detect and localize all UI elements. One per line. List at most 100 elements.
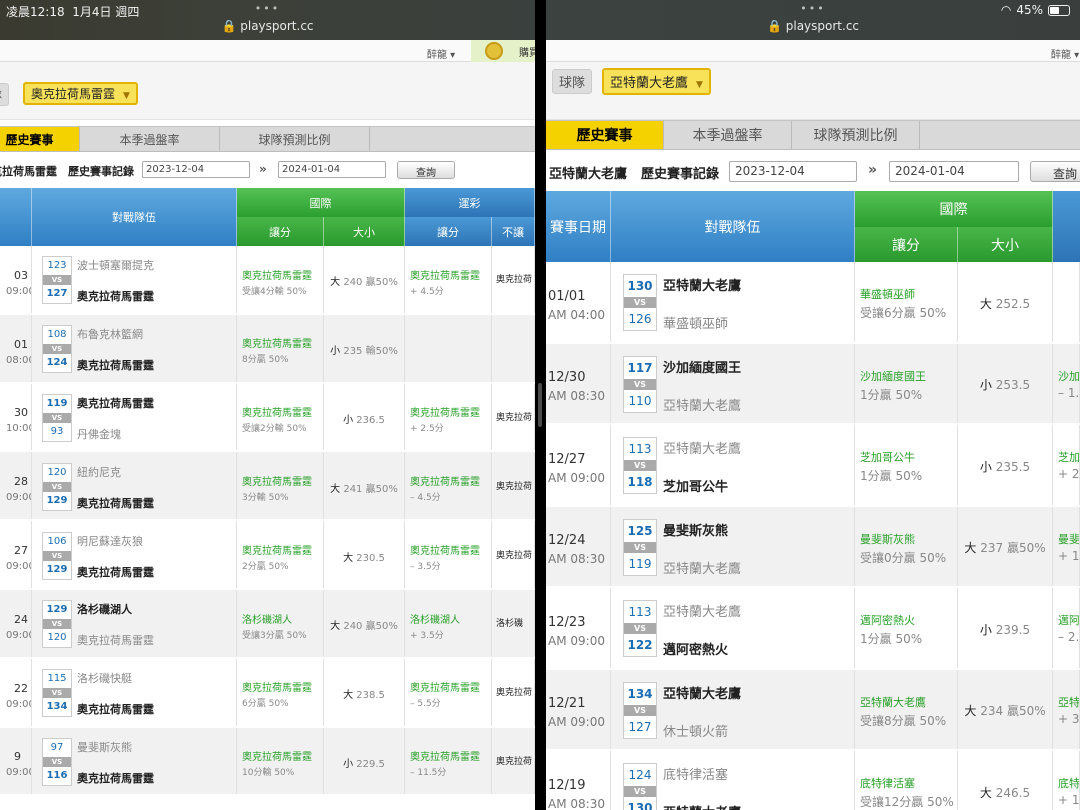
total-number: 236.5 <box>356 414 385 426</box>
tab-team-prediction[interactable]: 球隊預測比例 <box>220 127 370 151</box>
team-name[interactable]: 洛杉磯快艇 <box>77 670 132 686</box>
spread-result: 受讓8分贏 50% <box>860 713 947 728</box>
team-name[interactable]: 布魯克林籃網 <box>77 326 143 342</box>
buy-button[interactable]: 購買 <box>471 40 535 62</box>
split-view-divider[interactable] <box>535 0 546 810</box>
total-side: 大 <box>343 690 354 702</box>
team-name[interactable]: 休士頓火箭 <box>663 721 728 740</box>
mode-dropdown[interactable]: 醉龍 ▾ <box>427 46 455 61</box>
team-name[interactable]: 奧克拉荷馬雷霆 <box>77 495 154 511</box>
vs-badge: VS <box>43 619 71 630</box>
team-name[interactable]: 丹佛金塊 <box>77 426 121 442</box>
lottery-spread-cell: 奧克拉荷馬雷霆 – 11.5分 <box>405 727 492 795</box>
spread-team: 奧克拉荷馬雷霆 <box>242 752 312 764</box>
tab-history[interactable]: 歷史賽事 <box>546 121 664 149</box>
team-name[interactable]: 曼斐斯灰熊 <box>663 520 728 539</box>
total-number: 229.5 <box>356 758 385 770</box>
vs-badge: VS <box>624 704 656 716</box>
team-name[interactable]: 底特律活塞 <box>663 764 728 783</box>
team-name[interactable]: 奧克拉荷馬雷霆 <box>77 288 154 304</box>
total-cell: 小 236.5 <box>324 383 405 451</box>
team-name[interactable]: 邁阿密熱火 <box>663 639 728 658</box>
total-line: 大 240 贏50% <box>324 617 404 632</box>
vs-badge: VS <box>624 786 656 798</box>
game-time: 09:00 <box>6 492 32 504</box>
date-to-input[interactable]: 2024-01-04 <box>278 161 386 178</box>
lottery-line: + 2. <box>1058 467 1080 482</box>
team-name[interactable]: 奧克拉荷馬雷霆 <box>77 564 154 580</box>
lottery-spread-cell <box>1053 262 1080 342</box>
team-name[interactable]: 曼斐斯灰熊 <box>77 739 132 755</box>
mode-dropdown[interactable]: 醉龍 ▾ <box>1051 46 1079 61</box>
vs-badge: VS <box>43 756 71 767</box>
tab-team-prediction[interactable]: 球隊預測比例 <box>792 121 920 149</box>
team-name[interactable]: 奧克拉荷馬雷霆 <box>77 395 154 411</box>
team-name[interactable]: 洛杉磯湖人 <box>77 601 132 617</box>
team-name[interactable]: 奧克拉荷馬雷霆 <box>77 701 154 717</box>
spread-team: 奧克拉荷馬雷霆 <box>242 408 312 420</box>
team-name[interactable]: 奧克拉荷馬雷霆 <box>77 770 154 786</box>
team-name[interactable]: 紐約尼克 <box>77 464 121 480</box>
total-side: 大 <box>979 296 992 311</box>
table-row: 30 10:00 119 VS 93 奧克拉荷馬雷霆 丹佛金塊 奧克拉荷馬雷霆 受讓2分輸 50… <box>0 383 535 453</box>
game-time: 09:00 <box>6 285 32 297</box>
no-spread-team: 奧克拉荷 <box>496 550 533 561</box>
date-cell: 30 10:00 <box>0 383 32 451</box>
total-cell: 小 253.5 <box>958 343 1053 423</box>
table-header: 日期對戰隊伍國際讓分大小運彩讓分不讓 <box>0 188 535 246</box>
team-name[interactable]: 亞特蘭大老鷹 <box>663 802 741 810</box>
team-name[interactable]: 亞特蘭大老鷹 <box>663 683 741 702</box>
no-spread-cell: 奧克拉荷 <box>492 383 535 451</box>
score-bottom: 110 <box>628 393 652 408</box>
game-date: 12/24 <box>548 533 586 549</box>
score-box: 129 VS 120 <box>42 600 72 649</box>
game-time: AM 08:30 <box>548 389 605 404</box>
right-split-pane: ••• 🔒 playsport.cc ◠ 45% 醉龍 ▾ 球隊 亞特蘭大老鷹 ▼ … <box>546 0 1080 810</box>
tab-season-cover[interactable]: 本季過盤率 <box>664 121 792 149</box>
team-dropdown[interactable]: 奧克拉荷馬雷霆 ▼ <box>23 82 138 105</box>
date-from-input[interactable]: 2023-12-04 <box>142 161 250 178</box>
team-name[interactable]: 奧克拉荷馬雷霆 <box>77 357 154 373</box>
tab-history[interactable]: 歷史賽事 <box>0 127 80 151</box>
date-cell: 22 09:00 <box>0 658 32 726</box>
team-name[interactable]: 亞特蘭大老鷹 <box>663 601 741 620</box>
team-name[interactable]: 亞特蘭大老鷹 <box>663 558 741 577</box>
spread-result: 受讓3分贏 50% <box>242 630 307 641</box>
game-time: AM 04:00 <box>548 307 605 322</box>
team-name[interactable]: 亞特蘭大老鷹 <box>663 438 741 457</box>
team-name[interactable]: 明尼蘇達灰狼 <box>77 533 143 549</box>
range-arrows-icon: » <box>259 162 267 176</box>
score-box: 130 VS 126 <box>623 274 657 332</box>
team-dropdown[interactable]: 亞特蘭大老鷹 ▼ <box>602 68 711 95</box>
total-side: 小 <box>979 459 992 474</box>
spread-cell: 華盛頓巫師 受讓6分贏 50% <box>855 262 958 342</box>
spread-result: 受讓12分贏 50% <box>860 795 954 810</box>
team-name[interactable]: 波士頓塞爾提克 <box>77 257 154 273</box>
coin-icon <box>485 42 503 60</box>
query-button[interactable]: 查詢 <box>1030 161 1080 182</box>
query-button[interactable]: 查詢 <box>397 161 455 179</box>
team-name[interactable]: 奧克拉荷馬雷霆 <box>77 632 154 648</box>
lottery-spread-cell: 曼斐 + 1.5 <box>1053 506 1080 586</box>
game-date: 12/19 <box>548 777 586 793</box>
team-name[interactable]: 亞特蘭大老鷹 <box>663 395 741 414</box>
total-result: 贏50% <box>365 483 398 495</box>
team-name[interactable]: 芝加哥公牛 <box>663 476 728 495</box>
score-bottom: 129 <box>46 563 68 575</box>
date-from-input[interactable]: 2023-12-04 <box>729 161 857 182</box>
score-top: 134 <box>627 686 653 701</box>
tab-season-cover[interactable]: 本季過盤率 <box>80 127 220 151</box>
vs-badge: VS <box>43 550 71 561</box>
divider-handle[interactable] <box>538 383 542 427</box>
table-row: 01 08:00 108 VS 124 布魯克林籃網 奧克拉荷馬雷霆 奧克拉荷馬雷霆 8分贏 5… <box>0 314 535 384</box>
score-bottom: 134 <box>46 701 68 713</box>
lottery-line: – 4.5分 <box>410 493 441 504</box>
team-name[interactable]: 亞特蘭大老鷹 <box>663 275 741 294</box>
date-cell: 9 09:00 <box>0 727 32 795</box>
lottery-spread-cell: 沙加 – 1.5 <box>1053 343 1080 423</box>
game-date: 12/23 <box>548 614 586 630</box>
team-name[interactable]: 華盛頓巫師 <box>663 313 728 332</box>
team-name[interactable]: 沙加緬度國王 <box>663 357 741 376</box>
match-cell: 106 VS 129 明尼蘇達灰狼 奧克拉荷馬雷霆 <box>32 521 237 588</box>
date-to-input[interactable]: 2024-01-04 <box>889 161 1019 182</box>
